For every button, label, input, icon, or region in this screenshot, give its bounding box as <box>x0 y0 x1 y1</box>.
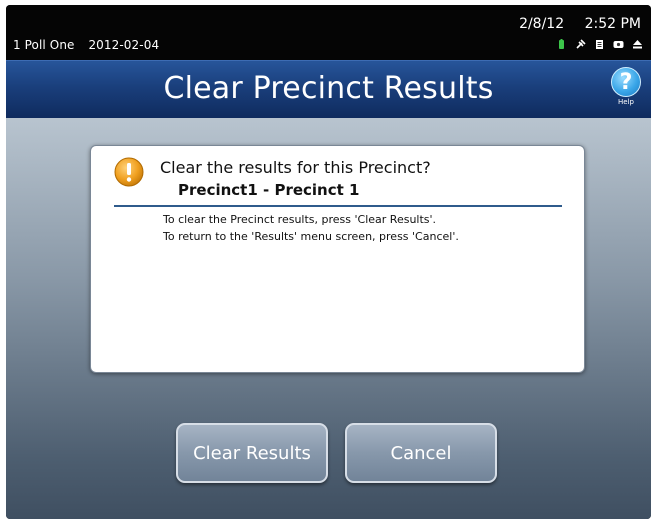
status-bar: 1 Poll One 2012-02-04 2/8/12 2:52 PM <box>6 5 651 60</box>
dialog-instruction-clear: To clear the Precinct results, press 'Cl… <box>163 213 437 226</box>
status-icons <box>556 39 643 50</box>
dialog-instruction-cancel: To return to the 'Results' menu screen, … <box>163 230 459 243</box>
current-date: 2/8/12 <box>519 16 565 32</box>
warning-icon <box>114 157 144 187</box>
title-bar: Clear Precinct Results ? Help <box>6 60 651 119</box>
election-date: 2012-02-04 <box>88 38 160 52</box>
cancel-button[interactable]: Cancel <box>345 423 497 483</box>
clear-results-button[interactable]: Clear Results <box>176 423 328 483</box>
eject-icon <box>633 40 642 49</box>
dialog-precinct-name: Precinct1 - Precinct 1 <box>178 181 360 199</box>
status-left: 1 Poll One 2012-02-04 <box>13 38 169 52</box>
help-icon[interactable]: ? <box>611 67 641 97</box>
status-right: 2/8/12 2:52 PM <box>503 16 641 32</box>
help-label: Help <box>618 98 634 106</box>
page-title: Clear Precinct Results <box>163 71 494 106</box>
help-button[interactable]: ? Help <box>611 67 641 106</box>
poll-label: 1 Poll One <box>13 38 75 52</box>
confirmation-dialog: Clear the results for this Precinct? Pre… <box>90 145 585 373</box>
device-screen: 1 Poll One 2012-02-04 2/8/12 2:52 PM Cle… <box>6 5 651 519</box>
battery-icon <box>559 39 564 49</box>
current-time: 2:52 PM <box>584 16 641 32</box>
card-icon <box>613 41 624 48</box>
dialog-question: Clear the results for this Precinct? <box>160 158 431 177</box>
document-icon <box>596 40 603 49</box>
dialog-divider <box>114 205 562 207</box>
plug-icon <box>576 39 586 49</box>
